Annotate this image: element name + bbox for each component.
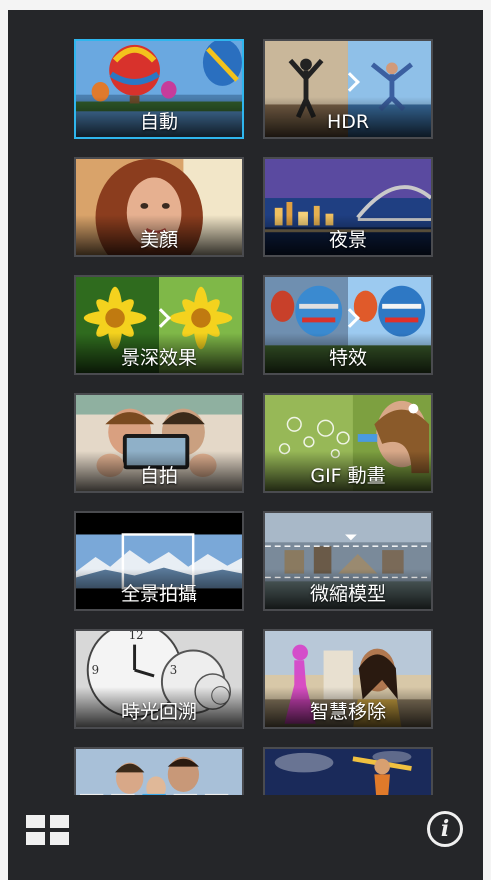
mode-label: 智慧移除	[309, 701, 386, 723]
mode-label: 全景拍攝	[120, 583, 197, 605]
mode-tile-group[interactable]	[74, 747, 244, 795]
mode-label: 微縮模型	[309, 583, 386, 605]
mode-tile-hdr[interactable]: HDR	[263, 39, 433, 139]
mode-label: 時光回溯	[120, 701, 197, 723]
group-photo-icon	[76, 749, 242, 795]
svg-text:12: 12	[129, 631, 144, 642]
grid-view-icon[interactable]	[26, 815, 70, 849]
mode-tile-smart-remove[interactable]: 智慧移除	[263, 629, 433, 729]
svg-text:3: 3	[170, 663, 177, 677]
mode-label: 景深效果	[120, 347, 197, 369]
mode-tile-panorama[interactable]: 全景拍攝	[74, 511, 244, 611]
info-icon[interactable]: i	[427, 811, 463, 847]
mode-tile-gif[interactable]: GIF 動畫	[263, 393, 433, 493]
mode-grid: 自動 HDR 美顏 夜景 景深效果 特效 自拍 GIF 動畫 全景拍攝 微縮模型…	[8, 10, 483, 795]
svg-text:9: 9	[92, 663, 99, 677]
mode-label: 自動	[139, 111, 178, 133]
mode-tile-selfie[interactable]: 自拍	[74, 393, 244, 493]
bottom-bar: i	[8, 795, 483, 880]
mode-tile-auto[interactable]: 自動	[74, 39, 244, 139]
mode-tile-miniature[interactable]: 微縮模型	[263, 511, 433, 611]
mode-label: GIF 動畫	[310, 465, 386, 487]
mode-tile-sports[interactable]	[263, 747, 433, 795]
mode-label: 自拍	[139, 465, 178, 487]
mode-label: 美顏	[139, 229, 178, 251]
soccer-icon	[265, 749, 431, 795]
mode-tile-effects[interactable]: 特效	[263, 275, 433, 375]
mode-label: HDR	[326, 111, 370, 133]
mode-tile-beauty[interactable]: 美顏	[74, 157, 244, 257]
mode-tile-night[interactable]: 夜景	[263, 157, 433, 257]
mode-tile-depth-of-field[interactable]: 景深效果	[74, 275, 244, 375]
mode-tile-time-rewind[interactable]: 12 3 9 時光回溯	[74, 629, 244, 729]
mode-label: 特效	[328, 347, 367, 369]
mode-label: 夜景	[328, 229, 367, 251]
camera-mode-screen: 自動 HDR 美顏 夜景 景深效果 特效 自拍 GIF 動畫 全景拍攝 微縮模型…	[8, 10, 483, 880]
